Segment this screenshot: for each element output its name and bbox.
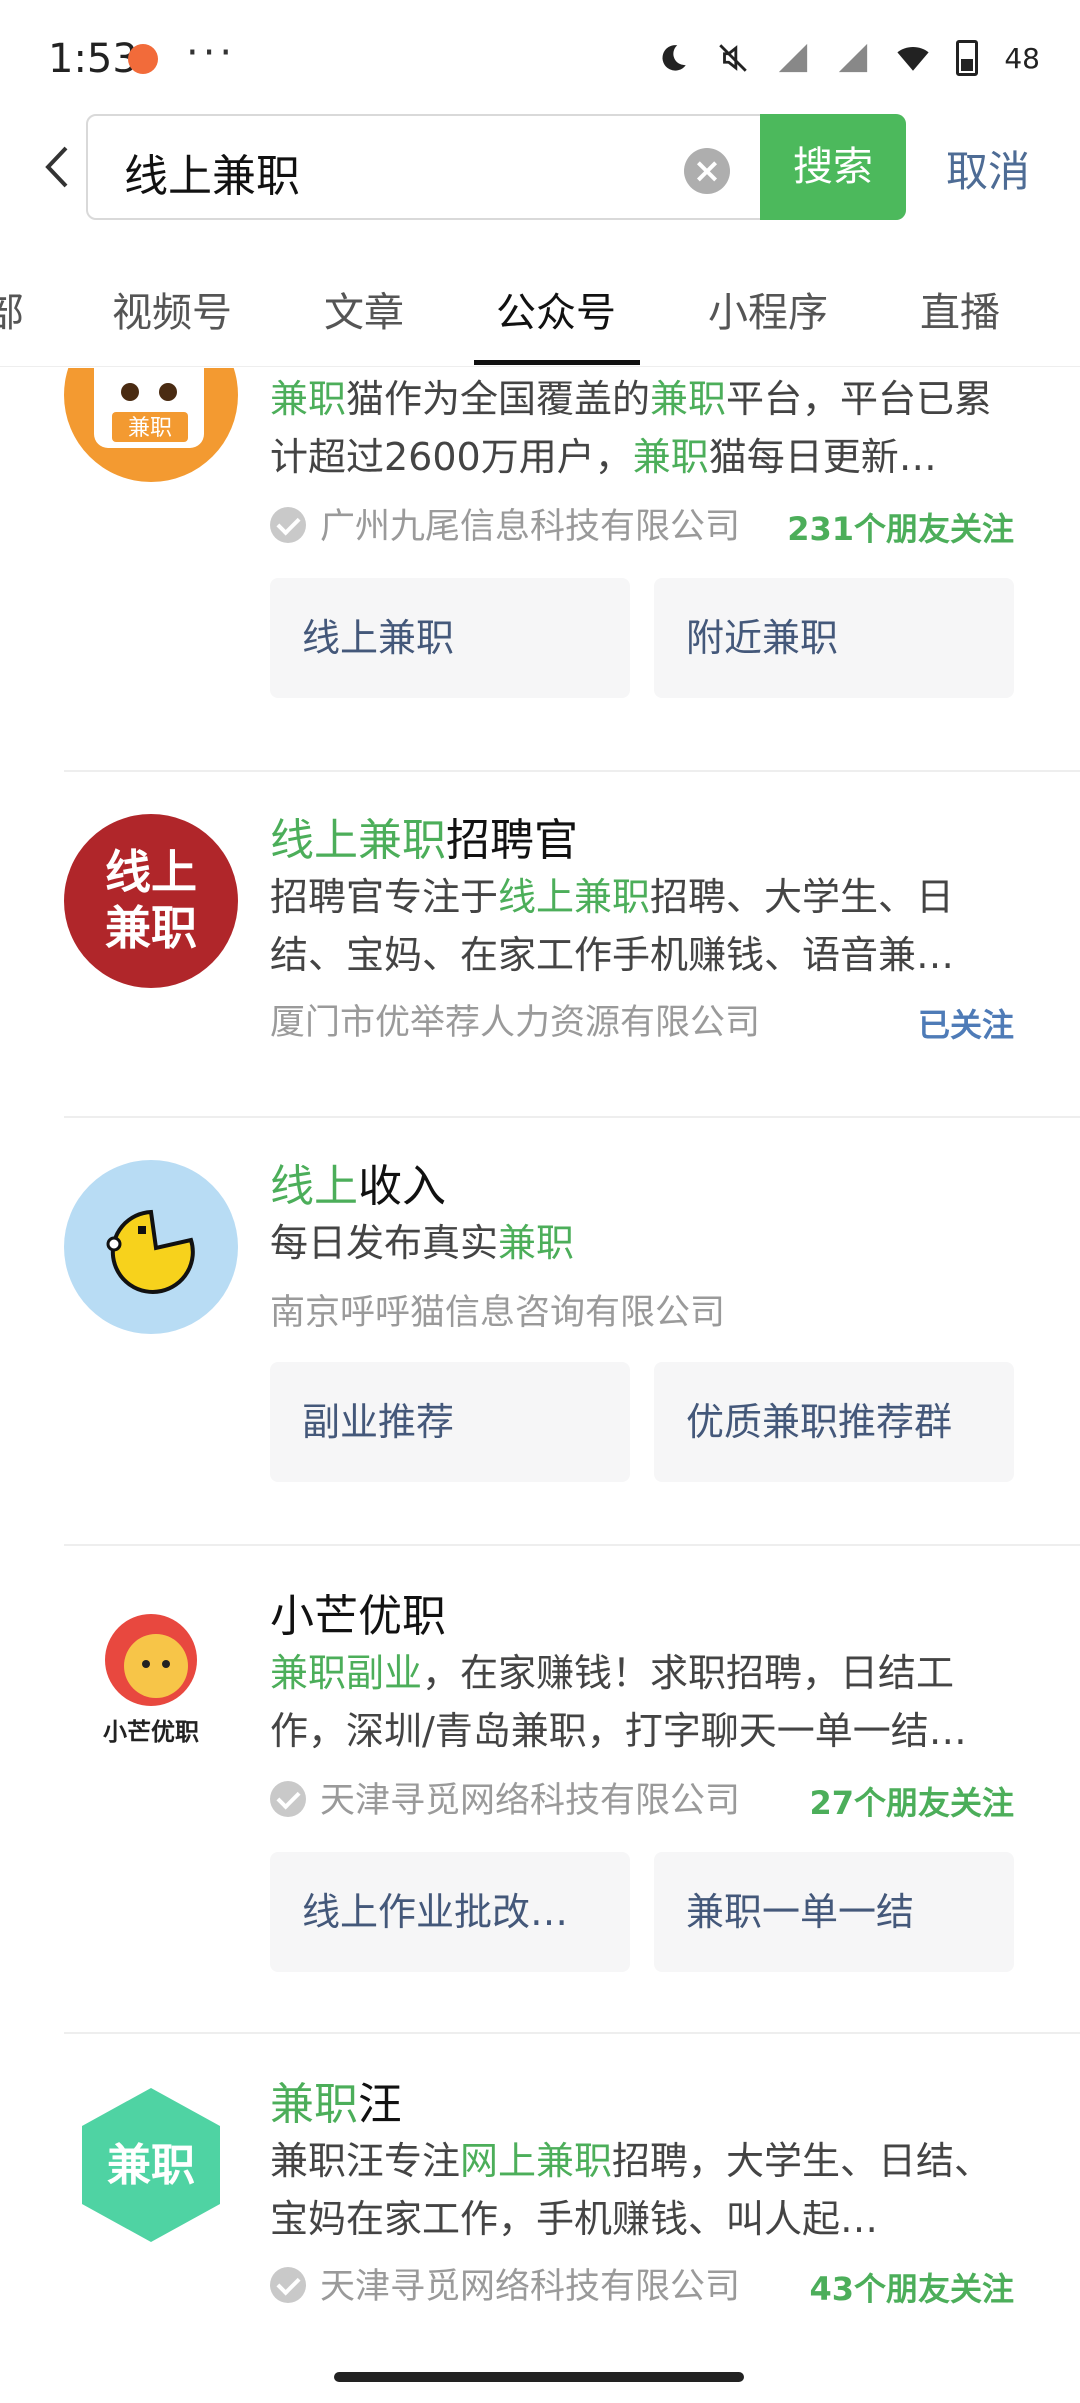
- account-description: 兼职猫作为全国覆盖的兼职平台，平台已累计超过2600万用户，兼职猫每日更新…: [270, 377, 993, 479]
- search-button[interactable]: 搜索: [760, 114, 906, 220]
- cancel-button[interactable]: 取消: [946, 138, 1030, 199]
- home-indicator[interactable]: [334, 2372, 744, 2382]
- menu-button[interactable]: 副业推荐: [270, 1362, 630, 1482]
- avatar-text: 兼职: [128, 416, 172, 441]
- more-dots-icon: ···: [186, 30, 237, 76]
- battery-level: 48: [1004, 41, 1040, 75]
- signal-hd-icon-2: [839, 43, 868, 73]
- menu-button[interactable]: 附近兼职: [654, 578, 1014, 698]
- mute-icon: [719, 44, 748, 72]
- battery-icon: [956, 40, 979, 76]
- divider: [64, 2032, 1080, 2034]
- tab-mini-programs[interactable]: 小程序: [708, 280, 828, 338]
- verified-icon: [270, 507, 306, 543]
- signal-hd-icon: [779, 43, 808, 73]
- avatar: 兼职: [64, 368, 238, 482]
- clear-icon[interactable]: ×: [684, 148, 730, 194]
- avatar: 线上 兼职: [64, 814, 238, 988]
- account-title[interactable]: 兼职汪: [270, 2068, 402, 2132]
- menu-button[interactable]: 线上兼职: [270, 578, 630, 698]
- avatar: 小芒优职: [64, 1590, 238, 1764]
- pacman-icon: [106, 1209, 195, 1294]
- friends-follow-count: 231个朋友关注: [787, 510, 1014, 548]
- list-item[interactable]: 兼职 兼职汪 兼职汪专注网上兼职招聘，大学生、日结、宝妈在家工作，手机赚钱、叫人…: [0, 2062, 1080, 2358]
- tab-channels[interactable]: 视频号: [112, 280, 232, 338]
- list-item[interactable]: 线上 兼职 线上兼职招聘官 招聘官专注于线上兼职招聘、大学生、日结、宝妈、在家工…: [0, 798, 1080, 1128]
- account-title[interactable]: 线上兼职招聘官: [270, 804, 578, 868]
- results-list[interactable]: 兼职 兼职猫 兼职猫作为全国覆盖的兼职平台，平台已累计超过2600万用户，兼职猫…: [0, 368, 1080, 2358]
- divider: [64, 1544, 1080, 1546]
- avatar-text-line1: 线上: [105, 845, 197, 899]
- list-item[interactable]: 小芒优职 小芒优职 兼职副业，在家赚钱！求职招聘，日结工作，深圳/青岛兼职，打字…: [0, 1574, 1080, 2044]
- search-box[interactable]: 线上兼职 × 搜索: [86, 114, 906, 220]
- account-description: 招聘官专注于线上兼职招聘、大学生、日结、宝妈、在家工作手机赚钱、语音兼…: [270, 875, 955, 977]
- company-name: 天津寻觅网络科技有限公司: [270, 2258, 740, 2309]
- avatar: 兼职: [64, 2078, 238, 2252]
- status-bar: 1:53 ··· 48: [0, 0, 1080, 110]
- verified-icon: [270, 1781, 306, 1817]
- tab-all[interactable]: 部: [0, 280, 24, 338]
- menu-button[interactable]: 优质兼职推荐群: [654, 1362, 1014, 1482]
- status-time: 1:53: [48, 36, 138, 82]
- back-arrow-icon[interactable]: [34, 142, 84, 192]
- friends-follow-count: 27个朋友关注: [809, 1784, 1014, 1822]
- tab-articles[interactable]: 文章: [324, 280, 404, 338]
- account-title[interactable]: 小芒优职: [270, 1580, 446, 1644]
- followed-status: 已关注: [917, 1006, 1014, 1044]
- verified-icon: [270, 2267, 306, 2303]
- account-description: 兼职汪专注网上兼职招聘，大学生、日结、宝妈在家工作，手机赚钱、叫人起…: [270, 2139, 993, 2241]
- list-item[interactable]: 线上收入 每日发布真实兼职 南京呼呼猫信息咨询有限公司 副业推荐 优质兼职推荐群: [0, 1144, 1080, 1574]
- cat-logo-icon: 兼职: [94, 368, 204, 448]
- avatar-text: 兼职: [107, 2140, 195, 2191]
- menu-button[interactable]: 线上作业批改…: [270, 1852, 630, 1972]
- tab-live[interactable]: 直播: [920, 280, 1000, 338]
- tab-active-indicator: [474, 360, 640, 365]
- tab-official-accounts[interactable]: 公众号: [496, 280, 616, 338]
- search-input[interactable]: 线上兼职: [124, 140, 300, 204]
- company-name: 南京呼呼猫信息咨询有限公司: [270, 1293, 726, 1333]
- avatar-text: 小芒优职: [103, 1718, 199, 1746]
- divider: [64, 770, 1080, 772]
- cat-mascot-icon: 小芒优职: [103, 1614, 199, 1746]
- avatar-text-line2: 兼职: [105, 901, 197, 955]
- account-description: 兼职副业，在家赚钱！求职招聘，日结工作，深圳/青岛兼职，打字聊天一单一结…: [270, 1651, 967, 1753]
- wifi-icon: [897, 47, 929, 71]
- company-name: 天津寻觅网络科技有限公司: [270, 1772, 740, 1823]
- avatar: [64, 1160, 238, 1334]
- account-title[interactable]: 线上收入: [270, 1150, 446, 1214]
- moon-icon: [662, 45, 687, 71]
- company-name: 广州九尾信息科技有限公司: [270, 498, 740, 549]
- menu-button[interactable]: 兼职一单一结: [654, 1852, 1014, 1972]
- status-icons: 48: [656, 40, 1040, 76]
- friends-follow-count: 43个朋友关注: [809, 2270, 1014, 2308]
- company-name: 厦门市优举荐人力资源有限公司: [270, 1003, 761, 1043]
- divider: [64, 1116, 1080, 1118]
- account-description: 每日发布真实兼职: [270, 1221, 575, 1265]
- notification-icon: [128, 44, 158, 74]
- category-tabs: 部 视频号 文章 公众号 小程序 直播: [0, 240, 1080, 367]
- search-row: 线上兼职 × 搜索 取消: [0, 112, 1080, 222]
- hexagon-logo-icon: 兼职: [82, 2088, 220, 2242]
